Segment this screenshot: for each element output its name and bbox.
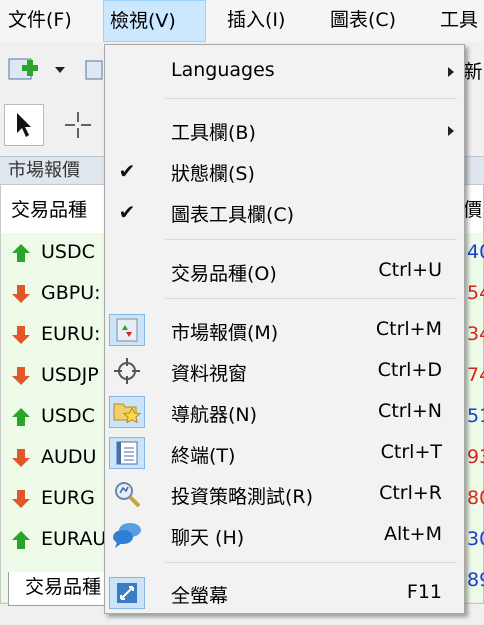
bid-price: 74 [467,364,484,386]
menu-item-shortcut: F11 [406,581,442,603]
crosshair-button[interactable] [58,104,98,146]
bid-price: 34 [467,323,484,345]
menu-view[interactable]: 檢視(V) [103,0,206,42]
arrow-down-icon [12,449,30,467]
menu-item-chat[interactable]: 聊天 (H) Alt+M [105,516,464,554]
profiles-icon [85,60,103,80]
arrow-up-icon [12,531,30,549]
arrow-down-icon [12,490,30,508]
chevron-down-icon [55,67,65,73]
profiles-button[interactable] [84,54,104,86]
menu-item-shortcut: Ctrl+U [378,259,442,281]
symbol-name: GBPU: [41,282,101,304]
new-order-label: 新 [463,60,483,83]
submenu-arrow-icon [448,126,454,136]
market-watch-title-text: 市場報價 [8,160,80,181]
symbol-name: USDJP [41,364,99,386]
arrow-up-icon [12,408,30,426]
bid-price: 40 [467,241,484,263]
menu-separator [165,239,457,240]
menu-item-shortcut: Ctrl+T [380,441,442,463]
navigator-folder-star-icon [109,396,145,428]
terminal-icon [109,437,145,469]
menu-item-label: 投資策略測試(R) [171,486,314,508]
price-column-header[interactable]: 價 [463,195,482,222]
menu-item-chart-toolbar[interactable]: ✔ 圖表工具欄(C) [105,193,464,231]
arrow-down-icon [12,367,30,385]
menu-item-strategy-tester[interactable]: 投資策略測試(R) Ctrl+R [105,475,464,513]
menu-item-label: 市場報價(M) [171,322,279,344]
new-order-button[interactable]: 新 [462,54,484,86]
menu-item-shortcut: Ctrl+N [378,400,442,422]
full-screen-icon [109,577,145,609]
symbol-name: EURG [41,487,95,509]
menu-file[interactable]: 文件(F) [2,0,78,42]
menu-item-navigator[interactable]: 導航器(N) Ctrl+N [105,393,464,431]
menu-item-data-window[interactable]: 資料視窗 Ctrl+D [105,352,464,390]
strategy-tester-magnifier-icon [109,478,145,510]
new-chart-dropdown[interactable] [50,60,70,80]
bid-price: 89 [467,569,484,591]
menu-item-full-screen[interactable]: 全螢幕 F11 [105,574,464,612]
bid-price: 51 [467,405,484,427]
chat-bubble-icon [109,519,145,551]
symbol-column-header[interactable]: 交易品種 [11,195,87,222]
menu-item-label: 終端(T) [171,445,236,467]
tab-symbols-label: 交易品種 [25,576,102,598]
menu-item-shortcut: Ctrl+D [377,359,442,381]
bid-price: 30 [467,528,484,550]
bid-price: 54 [467,282,484,304]
cursor-arrow-icon [17,113,31,137]
arrow-down-icon [12,326,30,344]
menu-item-symbols[interactable]: 交易品種(O) Ctrl+U [105,252,464,290]
new-chart-button[interactable] [6,54,42,86]
menu-separator [165,298,457,299]
menu-item-label: Languages [171,59,275,81]
menu-item-label: 全螢幕 [171,585,229,607]
menu-item-shortcut: Ctrl+M [375,318,442,340]
symbol-name: AUDU [41,446,97,468]
menu-item-shortcut: Alt+M [383,523,442,545]
menu-separator [165,562,457,563]
crosshair-icon [65,112,91,138]
menu-item-label: 資料視窗 [171,363,248,385]
menu-charts[interactable]: 圖表(C) [324,0,402,42]
new-chart-icon [8,58,38,80]
submenu-arrow-icon [448,67,454,77]
symbol-name: EURU: [41,323,101,345]
arrow-up-icon [12,244,30,262]
menu-tools[interactable]: 工具 [434,0,484,42]
tab-symbols[interactable]: 交易品種 [8,572,118,606]
cursor-button[interactable] [4,104,44,146]
menu-item-label: 交易品種(O) [171,263,277,285]
symbol-name: USDC [41,241,95,263]
symbol-name: USDC [41,405,95,427]
menu-item-languages[interactable]: Languages [105,52,464,90]
checkmark-icon: ✔ [118,200,136,224]
menu-item-status-bar[interactable]: ✔ 狀態欄(S) [105,152,464,190]
menu-insert[interactable]: 插入(I) [221,0,291,42]
menu-item-terminal[interactable]: 終端(T) Ctrl+T [105,434,464,472]
menu-item-shortcut: Ctrl+R [379,482,442,504]
view-menu-dropdown: Languages 工具欄(B) ✔ 狀態欄(S) ✔ 圖表工具欄(C) 交易品… [104,44,465,614]
menu-separator [165,98,457,99]
bid-price: 93 [467,446,484,468]
menu-item-label: 導航器(N) [171,404,258,426]
menu-item-label: 圖表工具欄(C) [171,204,295,226]
bid-price: 80 [467,487,484,509]
arrow-down-icon [12,285,30,303]
menu-item-market-watch[interactable]: 市場報價(M) Ctrl+M [105,311,464,349]
menu-item-toolbars[interactable]: 工具欄(B) [105,111,464,149]
menu-bar: 文件(F) 檢視(V) 插入(I) 圖表(C) 工具 [0,0,484,42]
symbol-name: EURAU [41,528,107,550]
menu-item-label: 狀態欄(S) [171,163,255,185]
checkmark-icon: ✔ [118,159,136,183]
menu-item-label: 工具欄(B) [171,122,256,144]
menu-item-label: 聊天 (H) [171,527,245,549]
market-watch-icon [109,314,145,346]
data-window-crosshair-icon [109,355,145,387]
